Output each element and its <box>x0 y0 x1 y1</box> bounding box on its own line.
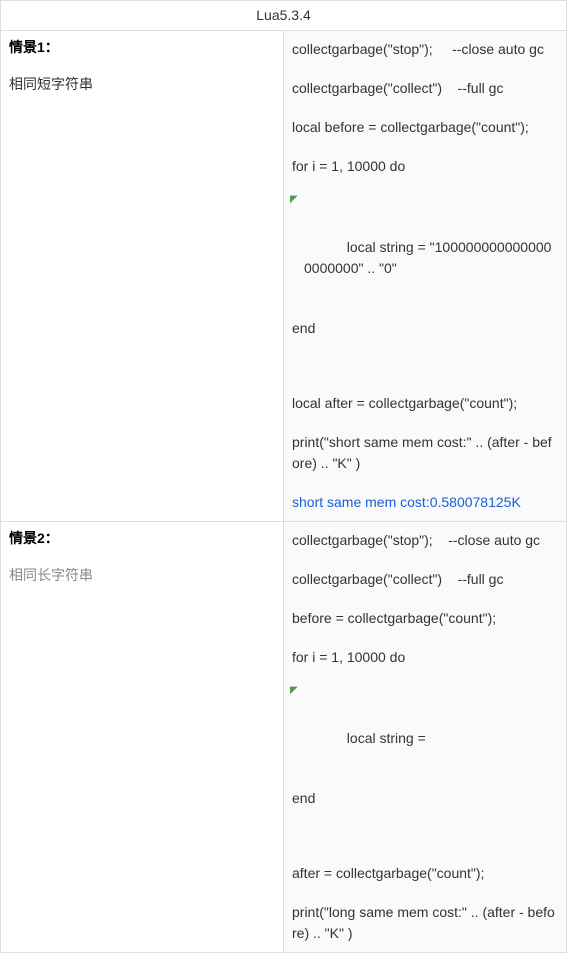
code-line-indent: ◤ local string = "1000000000000000000000… <box>292 195 558 300</box>
code-line: for i = 1, 10000 do <box>292 156 558 177</box>
code-line: end <box>292 788 558 809</box>
table-header: Lua5.3.4 <box>1 1 567 31</box>
code-line: end <box>292 318 558 339</box>
code-line: collectgarbage("collect") --full gc <box>292 78 558 99</box>
code-line: local after = collectgarbage("count"); <box>292 393 558 414</box>
scenario-title: 情景1： <box>9 37 275 58</box>
code-line-indent: ◤ local string = <box>292 686 558 770</box>
scenario-subtitle: 相同短字符串 <box>9 74 275 95</box>
code-cell: collectgarbage("stop"); --close auto gc … <box>284 522 567 953</box>
code-line: after = collectgarbage("count"); <box>292 863 558 884</box>
tick-icon: ◤ <box>290 192 298 207</box>
code-line: local before = collectgarbage("count"); <box>292 117 558 138</box>
gap <box>292 827 558 863</box>
code-line: collectgarbage("stop"); --close auto gc <box>292 530 558 551</box>
header-title: Lua5.3.4 <box>256 7 311 23</box>
code-text: local string = "1000000000000000000000" … <box>304 239 551 276</box>
code-text: local string = <box>335 730 426 746</box>
code-line: before = collectgarbage("count"); <box>292 608 558 629</box>
code-line: for i = 1, 10000 do <box>292 647 558 668</box>
scenario-subtitle: 相同长字符串 <box>9 565 275 586</box>
output-line: short same mem cost:0.580078125K <box>292 492 558 513</box>
lua-table: Lua5.3.4 情景1： 相同短字符串 collectgarbage("sto… <box>0 0 567 953</box>
code-line: collectgarbage("stop"); --close auto gc <box>292 39 558 60</box>
gap <box>292 357 558 393</box>
scenario-left-cell: 情景2： 相同长字符串 <box>1 522 284 953</box>
table-row: 情景2： 相同长字符串 collectgarbage("stop"); --cl… <box>1 522 567 953</box>
table-row: 情景1： 相同短字符串 collectgarbage("stop"); --cl… <box>1 31 567 522</box>
code-line: print("short same mem cost:" .. (after -… <box>292 432 558 474</box>
tick-icon: ◤ <box>290 683 298 698</box>
code-line: collectgarbage("collect") --full gc <box>292 569 558 590</box>
code-line: print("long same mem cost:" .. (after - … <box>292 902 558 944</box>
code-cell: collectgarbage("stop"); --close auto gc … <box>284 31 567 522</box>
scenario-title: 情景2： <box>9 528 275 549</box>
scenario-left-cell: 情景1： 相同短字符串 <box>1 31 284 522</box>
